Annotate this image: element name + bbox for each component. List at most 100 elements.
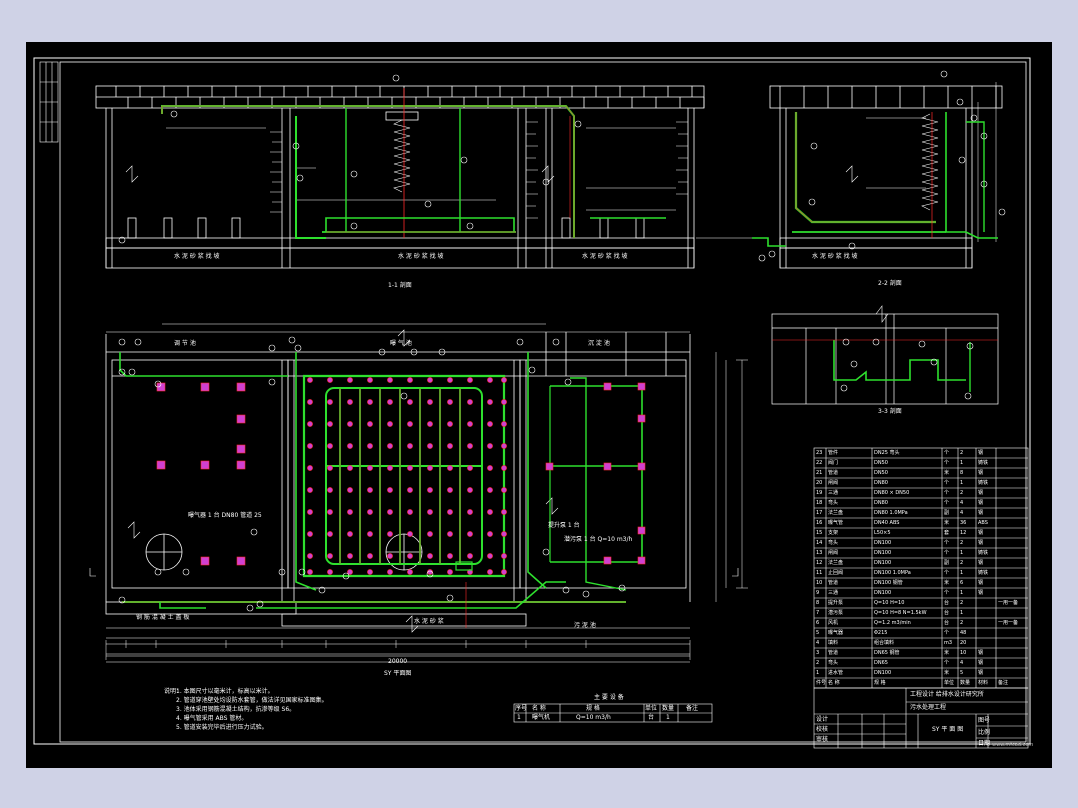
plan-note-a: 曝气器 1 台 DN80 管道 25 xyxy=(188,512,262,519)
diffuser-dot xyxy=(427,509,433,515)
materials-table-cell: 一用一备 xyxy=(998,619,1019,626)
small-table-cell: 台 xyxy=(648,714,655,721)
materials-table-cell: 管道 xyxy=(828,579,839,586)
diffuser-dot xyxy=(307,465,313,471)
materials-table-cell: 个 xyxy=(944,629,950,636)
materials-table-cell: 管道 xyxy=(828,649,839,656)
diffuser-dot xyxy=(467,531,473,537)
title-block-field: 日期 xyxy=(978,740,991,747)
materials-table-cell: 2 xyxy=(960,449,964,456)
watermark: www.mfcad.com xyxy=(992,742,1034,748)
diffuser-dot xyxy=(347,531,353,537)
diffuser-dot xyxy=(367,443,373,449)
diffuser-dot xyxy=(447,509,453,515)
section-3-3 xyxy=(771,305,999,405)
materials-table-cell: DN100 1.0MPa xyxy=(874,569,911,576)
materials-table-cell: 个 xyxy=(944,479,950,486)
diffuser-dot xyxy=(427,553,433,559)
plan-sludge-squares xyxy=(156,382,246,566)
diffuser-dot xyxy=(467,399,473,405)
diffuser-dot xyxy=(327,553,333,559)
materials-table-cell: 钢 xyxy=(978,649,984,656)
diffuser-dot xyxy=(487,509,493,515)
materials-table-cell: 8 xyxy=(960,469,964,476)
materials-table-cell: 潜污泵 xyxy=(828,609,844,616)
diffuser-dot xyxy=(327,399,333,405)
materials-table-cell: 个 xyxy=(944,449,950,456)
materials-table-cell: 风机 xyxy=(828,619,839,626)
diffuser-dot xyxy=(447,421,453,427)
coping-bricks xyxy=(96,86,997,108)
plan-zone-d: 污 泥 池 xyxy=(574,622,596,629)
materials-table-cell: 弯头 xyxy=(828,659,839,666)
materials-table-cell: 5 xyxy=(960,669,964,676)
materials-table-cell: DN100 xyxy=(874,669,892,676)
diffuser-dot xyxy=(447,443,453,449)
materials-table-cell: 个 xyxy=(944,549,950,556)
materials-table-cell: 1 xyxy=(960,609,964,616)
small-table-cell: 曝气机 xyxy=(532,714,551,721)
materials-table-cell: 16 xyxy=(816,519,823,526)
materials-table-cell: 法兰盘 xyxy=(828,509,844,516)
diffuser-dot xyxy=(307,553,313,559)
diffuser-dot xyxy=(367,531,373,537)
materials-table-cell: 2 xyxy=(816,659,820,666)
diffuser-dot xyxy=(447,487,453,493)
diffuser-dot xyxy=(501,487,507,493)
materials-table-cell: 闸阀 xyxy=(828,549,839,556)
materials-table-cell: 2 xyxy=(960,619,964,626)
small-table-header: 序号 xyxy=(515,705,528,712)
title-block-drawing-name: SY 平 面 图 xyxy=(932,726,964,733)
materials-table-cell: 8 xyxy=(816,599,820,606)
materials-table-cell: DN80 1.0MPa xyxy=(874,509,908,516)
title-block-field: 比例 xyxy=(978,729,991,736)
materials-table-cell: 21 xyxy=(816,469,823,476)
diffuser-dot xyxy=(407,509,413,515)
floor-note-1: 水 泥 砂 浆 找 坡 xyxy=(174,253,220,260)
cad-drawing-canvas xyxy=(33,57,1031,749)
materials-table-cell: 个 xyxy=(944,489,950,496)
diffuser-dot xyxy=(487,399,493,405)
diffuser-dot xyxy=(407,377,413,383)
materials-table-cell: 三通 xyxy=(828,489,839,496)
notes-item: 5. 管道安装完毕后进行压力试验。 xyxy=(176,724,268,731)
materials-table-cell: 阀门 xyxy=(828,459,839,466)
diffuser-dot xyxy=(347,421,353,427)
materials-table-cell: 米 xyxy=(944,469,950,476)
diffuser-dot xyxy=(347,487,353,493)
diffuser-dot xyxy=(307,487,313,493)
diffuser-dot xyxy=(467,377,473,383)
diffuser-dot xyxy=(347,509,353,515)
left-margin-strip xyxy=(39,61,59,143)
materials-table-cell: DN40 ABS xyxy=(874,519,900,526)
diffuser-dot xyxy=(427,399,433,405)
diffuser-dot xyxy=(407,531,413,537)
diffuser-dot xyxy=(407,443,413,449)
materials-table-cell: 6 xyxy=(960,579,964,586)
title-block-role: 校核 xyxy=(816,726,829,733)
materials-table-cell: 台 xyxy=(944,619,950,626)
diffuser-dot xyxy=(347,443,353,449)
materials-table-cell: DN50 xyxy=(874,469,888,476)
section-2-2-title: 2-2 剖面 xyxy=(878,280,902,287)
materials-table-header: 单位 xyxy=(944,679,955,686)
materials-table-cell: 副 xyxy=(944,559,950,566)
plan-zone-a: 调 节 池 xyxy=(174,340,196,347)
diffuser-dot xyxy=(307,569,313,575)
materials-table-cell: 铸铁 xyxy=(978,569,989,576)
materials-table-header: 备注 xyxy=(998,679,1009,686)
materials-table-cell: 钢 xyxy=(978,509,984,516)
diffuser-dot xyxy=(367,569,373,575)
materials-table-cell: 20 xyxy=(816,479,823,486)
diffuser-dot xyxy=(447,553,453,559)
plan-zone-c: 沉 淀 池 xyxy=(588,340,610,347)
materials-table-cell: 钢 xyxy=(978,489,984,496)
title-block-role: 设计 xyxy=(816,716,829,723)
materials-table-cell: 台 xyxy=(944,599,950,606)
cad-drawing-sheet: 1-1 剖面 2-2 剖面 3-3 剖面 SY 平面图 水 泥 砂 浆 找 坡 … xyxy=(26,42,1052,768)
materials-table-cell: 个 xyxy=(944,589,950,596)
small-table-header: 单位 xyxy=(645,705,658,712)
diffuser-dot xyxy=(307,443,313,449)
materials-table-cell: 17 xyxy=(816,509,823,516)
diffuser-dot xyxy=(487,487,493,493)
